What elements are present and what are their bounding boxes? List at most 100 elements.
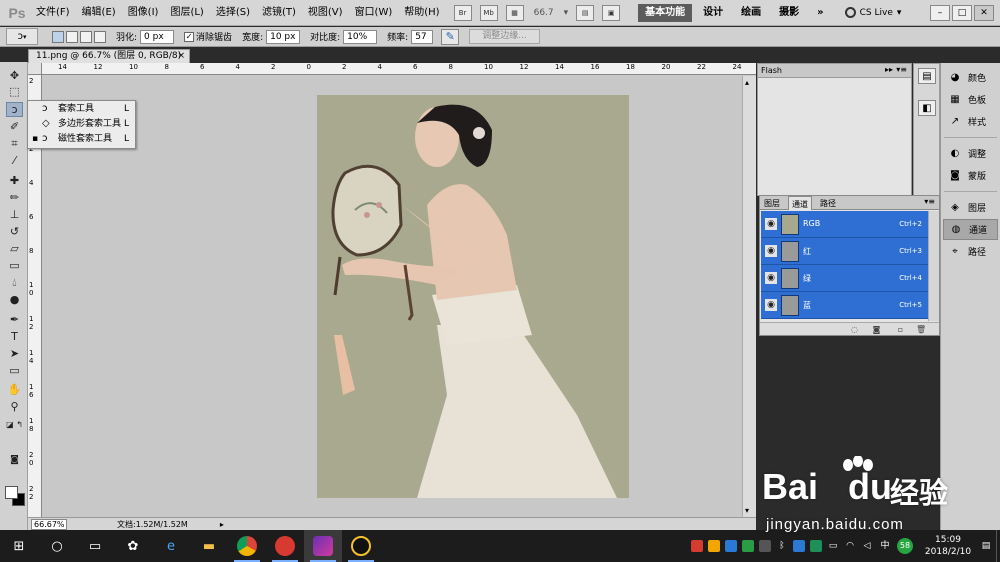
status-menu-arrow[interactable]: ▸ bbox=[220, 520, 224, 529]
tab-channels[interactable]: 通道 bbox=[788, 196, 812, 210]
close-icon[interactable]: × bbox=[177, 50, 185, 63]
channels-scrollbar[interactable] bbox=[928, 211, 939, 321]
foreground-color-swatch[interactable] bbox=[5, 486, 18, 499]
dock-item-adjustments[interactable]: ◐ 调整 bbox=[943, 143, 998, 164]
qq-app[interactable] bbox=[342, 530, 380, 562]
dock-item-styles[interactable]: ↗ 样式 bbox=[943, 111, 998, 132]
brush-tool-icon[interactable]: ✏ bbox=[6, 190, 23, 205]
zoom-level-display[interactable]: 66.7 bbox=[534, 8, 554, 18]
actions-panel-icon[interactable]: ◧ bbox=[918, 100, 936, 116]
chrome-app[interactable] bbox=[228, 530, 266, 562]
tray-app-icon[interactable] bbox=[708, 540, 720, 552]
flyout-item-magnetic-lasso[interactable]: ▪ ↄ 磁性套索工具 L bbox=[28, 132, 135, 146]
zoom-tool-icon[interactable]: ⚲ bbox=[6, 399, 23, 414]
cortana-icon[interactable]: ○ bbox=[38, 530, 76, 562]
scroll-up-icon[interactable]: ▴ bbox=[745, 78, 749, 87]
menu-help[interactable]: 帮助(H) bbox=[398, 0, 445, 26]
gradient-tool-icon[interactable]: ▭ bbox=[6, 258, 23, 273]
scroll-down-icon[interactable]: ▾ bbox=[745, 506, 749, 515]
channel-row-blue[interactable]: ◉ 蓝 Ctrl+5 bbox=[761, 292, 928, 319]
quick-mask-icon[interactable]: ◙ bbox=[6, 452, 23, 467]
eyedropper-tool-icon[interactable]: ⁄ bbox=[6, 153, 23, 168]
zoom-field[interactable]: 66.67% bbox=[31, 518, 67, 530]
dock-item-swatches[interactable]: ▦ 色板 bbox=[943, 89, 998, 110]
default-colors-icon[interactable]: ◪ ↰ bbox=[6, 417, 23, 432]
bridge-icon[interactable]: Br bbox=[453, 4, 472, 21]
bluetooth-icon[interactable]: ᛒ bbox=[776, 540, 788, 552]
task-view-icon[interactable]: ▭ bbox=[76, 530, 114, 562]
dodge-tool-icon[interactable]: ● bbox=[6, 292, 23, 307]
tray-app-icon[interactable] bbox=[793, 540, 805, 552]
document-tab[interactable]: 11.png @ 66.7% (图层 0, RGB/8) × bbox=[28, 49, 190, 63]
workspace-more-button[interactable]: » bbox=[810, 4, 830, 22]
collapse-panel-icon[interactable]: ▸▸ bbox=[885, 65, 893, 74]
hand-tool-icon[interactable]: ✋ bbox=[6, 382, 23, 397]
tray-app-icon[interactable] bbox=[759, 540, 771, 552]
channel-row-red[interactable]: ◉ 红 Ctrl+3 bbox=[761, 238, 928, 265]
menu-layer[interactable]: 图层(L) bbox=[164, 0, 209, 26]
marquee-tool-icon[interactable]: ⬚ bbox=[6, 84, 23, 99]
dock-item-channels[interactable]: ◍ 通道 bbox=[943, 219, 998, 240]
input-method-indicator[interactable]: 中 bbox=[878, 540, 892, 552]
crop-tool-icon[interactable]: ⌗ bbox=[6, 136, 23, 151]
flyout-item-polygonal-lasso[interactable]: ◇ 多边形套索工具 L bbox=[28, 117, 135, 131]
eye-icon[interactable]: ◉ bbox=[765, 218, 777, 230]
path-selection-tool-icon[interactable]: ➤ bbox=[6, 346, 23, 361]
flyout-item-lasso[interactable]: ↄ 套索工具 L bbox=[28, 102, 135, 116]
menu-select[interactable]: 选择(S) bbox=[210, 0, 256, 26]
eye-icon[interactable]: ◉ bbox=[765, 299, 777, 311]
restore-button[interactable]: □ bbox=[952, 4, 972, 21]
shape-tool-icon[interactable]: ▭ bbox=[6, 363, 23, 378]
history-panel-icon[interactable]: ▤ bbox=[918, 68, 936, 84]
contrast-input[interactable]: 10% bbox=[343, 29, 378, 44]
menu-window[interactable]: 窗口(W) bbox=[349, 0, 399, 26]
type-tool-icon[interactable]: T bbox=[6, 329, 23, 344]
dock-item-layers[interactable]: ◈ 图层 bbox=[943, 197, 998, 218]
new-channel-icon[interactable]: ▫ bbox=[896, 325, 905, 334]
save-selection-icon[interactable]: ◙ bbox=[872, 325, 881, 334]
channel-row-rgb[interactable]: ◉ RGB Ctrl+2 bbox=[761, 211, 928, 238]
tray-app-icon[interactable] bbox=[810, 540, 822, 552]
folder-icon[interactable]: ▬ bbox=[190, 530, 228, 562]
antialias-checkbox[interactable]: ✓ bbox=[184, 31, 195, 42]
close-button[interactable]: ✕ bbox=[974, 4, 994, 21]
minimize-button[interactable]: – bbox=[930, 4, 950, 21]
show-desktop-button[interactable] bbox=[996, 530, 1000, 562]
minibridge-icon[interactable]: Mb bbox=[479, 4, 498, 21]
arrange-icon[interactable]: ▤ bbox=[576, 4, 595, 21]
windows-start-icon[interactable]: ⊞ bbox=[0, 530, 38, 562]
move-tool-icon[interactable]: ✥ bbox=[6, 68, 23, 83]
clone-stamp-tool-icon[interactable]: ⊥ bbox=[6, 207, 23, 222]
tab-layers[interactable]: 图层 bbox=[764, 198, 780, 209]
workspace-design[interactable]: 设计 bbox=[696, 4, 730, 22]
screen-mode-icon[interactable]: ▣ bbox=[602, 4, 621, 21]
nvidia-icon[interactable] bbox=[742, 540, 754, 552]
eraser-tool-icon[interactable]: ▱ bbox=[6, 241, 23, 256]
menu-edit[interactable]: 编辑(E) bbox=[76, 0, 122, 26]
feather-input[interactable]: 0 px bbox=[140, 29, 175, 44]
canvas-image[interactable] bbox=[317, 95, 629, 498]
width-input[interactable]: 10 px bbox=[266, 29, 301, 44]
netease-music-app[interactable] bbox=[266, 530, 304, 562]
pen-pressure-button[interactable]: ✎ bbox=[441, 28, 460, 45]
flash-panel-tab[interactable]: Flash bbox=[761, 66, 782, 75]
menu-file[interactable]: 文件(F) bbox=[30, 0, 76, 26]
workspace-essentials[interactable]: 基本功能 bbox=[638, 3, 693, 22]
dock-item-color[interactable]: ◕ 颜色 bbox=[943, 67, 998, 88]
menu-image[interactable]: 图像(I) bbox=[122, 0, 165, 26]
add-selection-mode-button[interactable] bbox=[66, 30, 78, 43]
workspace-painting[interactable]: 绘画 bbox=[734, 4, 768, 22]
load-selection-icon[interactable]: ◌ bbox=[850, 325, 859, 334]
network-icon[interactable]: ▭ bbox=[827, 540, 839, 552]
horizontal-ruler[interactable]: 14 12 10 8 6 4 2 0 2 4 6 8 10 12 14 16 18 20 22 24 bbox=[42, 63, 756, 75]
subtract-selection-mode-button[interactable] bbox=[80, 30, 92, 43]
menu-view[interactable]: 视图(V) bbox=[302, 0, 349, 26]
photoshop-app[interactable] bbox=[304, 530, 342, 562]
history-brush-tool-icon[interactable]: ↺ bbox=[6, 224, 23, 239]
intersect-selection-mode-button[interactable] bbox=[94, 30, 106, 43]
fan-app-icon[interactable]: ✿ bbox=[114, 530, 152, 562]
delete-channel-icon[interactable]: 🗑︎ bbox=[916, 325, 926, 334]
tray-app-icon[interactable] bbox=[725, 540, 737, 552]
blur-tool-icon[interactable]: 💧︎ bbox=[6, 275, 23, 290]
panel-menu-icon[interactable]: ▾≡ bbox=[896, 65, 907, 74]
